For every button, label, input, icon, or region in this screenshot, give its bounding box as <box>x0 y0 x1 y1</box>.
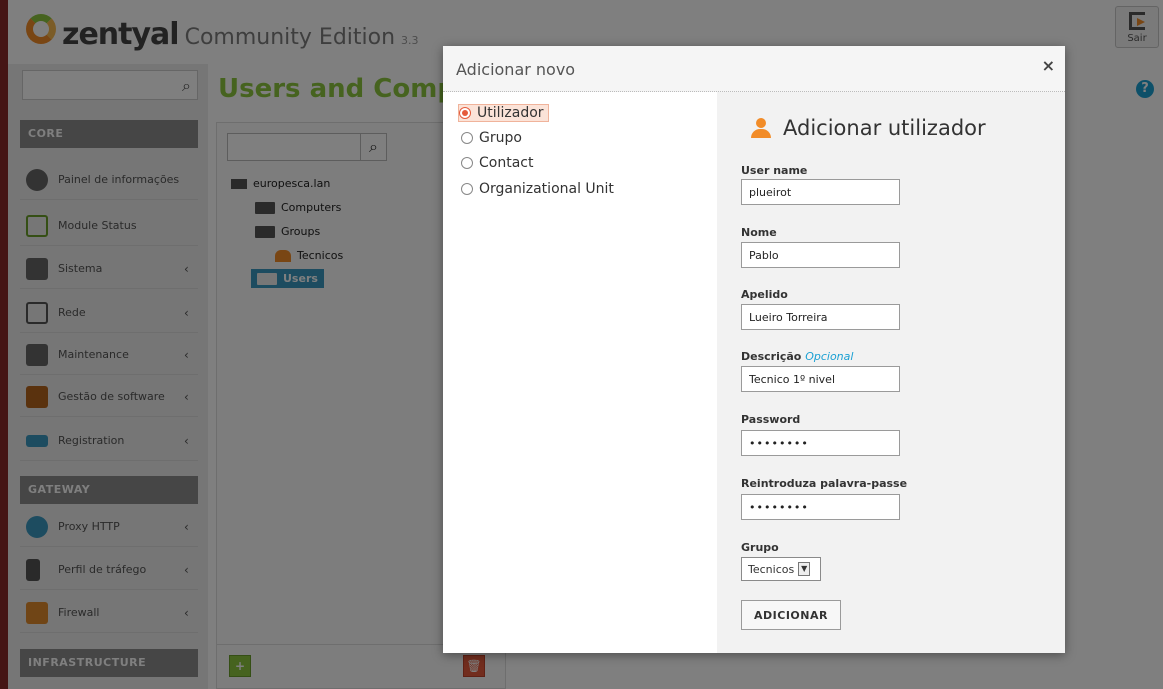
dialog-header: Adicionar novo × <box>443 46 1065 92</box>
type-option-label: Organizational Unit <box>479 181 614 197</box>
type-option-contact[interactable]: Contact <box>461 155 533 171</box>
username-field[interactable] <box>741 179 900 205</box>
radio-icon[interactable] <box>461 132 473 144</box>
name-label: Nome <box>741 226 777 239</box>
close-icon[interactable]: × <box>1042 56 1055 75</box>
form-title-text: Adicionar utilizador <box>783 116 986 140</box>
form-title: Adicionar utilizador <box>751 116 986 140</box>
description-label-row: Descrição Opcional <box>741 350 853 363</box>
type-option-ou[interactable]: Organizational Unit <box>461 181 614 197</box>
group-label: Grupo <box>741 541 779 554</box>
username-label: User name <box>741 164 808 177</box>
type-option-label: Grupo <box>479 130 522 146</box>
object-type-list: Utilizador Grupo Contact Organizational … <box>443 92 717 653</box>
password-confirm-label: Reintroduza palavra-passe <box>741 477 908 490</box>
description-field[interactable] <box>741 366 900 392</box>
radio-icon[interactable] <box>461 157 473 169</box>
surname-label: Apelido <box>741 288 788 301</box>
group-select[interactable]: Tecnicos ▼ <box>741 557 821 581</box>
group-select-value: Tecnicos <box>748 562 795 576</box>
add-button[interactable]: ADICIONAR <box>741 600 841 630</box>
type-option-label: Contact <box>479 155 534 171</box>
add-new-dialog: Adicionar novo × Utilizador Grupo Contac… <box>443 46 1065 653</box>
type-option-grupo[interactable]: Grupo <box>461 130 522 146</box>
surname-field[interactable] <box>741 304 900 330</box>
add-user-form: Adicionar utilizador User name Nome Apel… <box>717 92 1065 653</box>
type-option-utilizador[interactable]: Utilizador <box>458 104 549 122</box>
radio-icon[interactable] <box>459 107 471 119</box>
name-field[interactable] <box>741 242 900 268</box>
description-label: Descrição <box>741 350 802 363</box>
type-option-label: Utilizador <box>477 105 544 121</box>
user-icon <box>751 118 771 138</box>
chevron-down-icon: ▼ <box>798 562 811 576</box>
password-label: Password <box>741 413 801 426</box>
password-confirm-field[interactable] <box>741 494 900 520</box>
radio-icon[interactable] <box>461 183 473 195</box>
dialog-title: Adicionar novo <box>456 60 576 79</box>
optional-hint: Opcional <box>805 350 854 363</box>
password-field[interactable] <box>741 430 900 456</box>
